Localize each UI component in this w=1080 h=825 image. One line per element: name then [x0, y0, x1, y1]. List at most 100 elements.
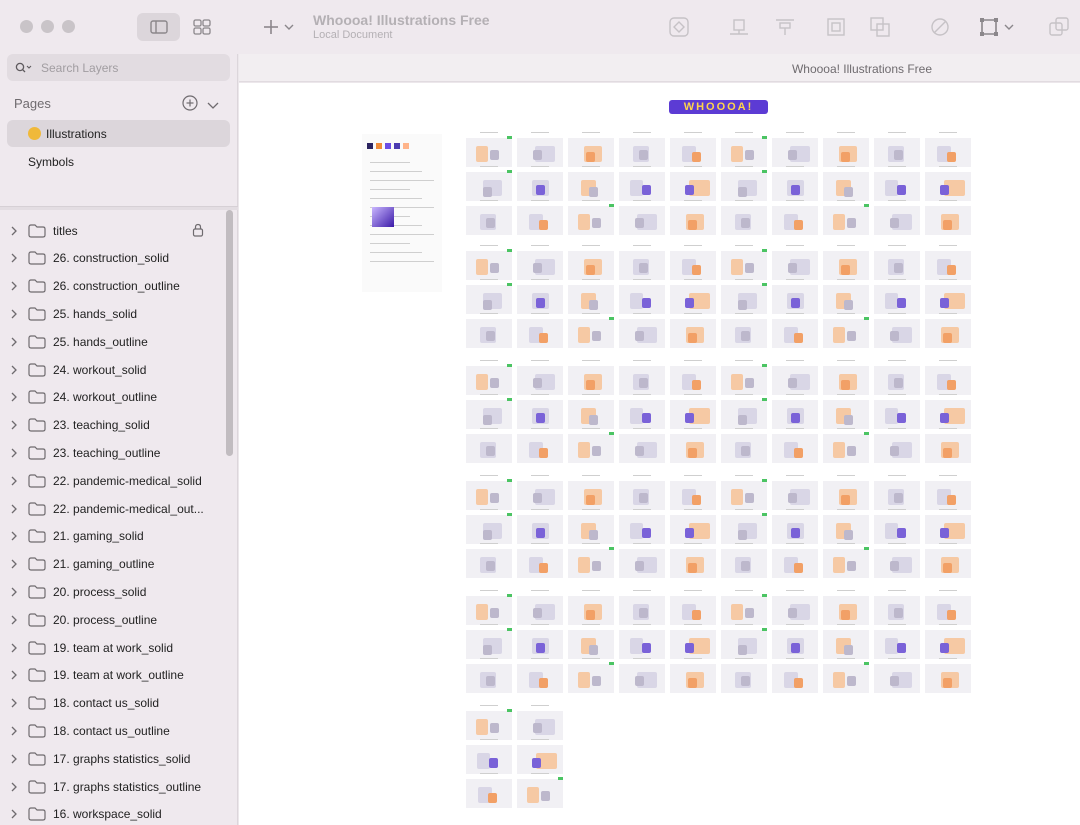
illustration-artboard[interactable] — [925, 313, 971, 348]
illustration-artboard[interactable] — [874, 543, 920, 578]
chevron-right-icon[interactable] — [10, 253, 26, 263]
chevron-right-icon[interactable] — [10, 392, 26, 402]
illustration-artboard[interactable] — [772, 428, 818, 463]
chevron-right-icon[interactable] — [10, 281, 26, 291]
illustration-artboard[interactable] — [619, 590, 665, 625]
illustration-artboard[interactable] — [721, 279, 767, 314]
illustration-artboard[interactable] — [670, 200, 716, 235]
illustration-artboard[interactable] — [568, 590, 614, 625]
illustration-artboard[interactable] — [517, 739, 563, 774]
illustration-artboard[interactable] — [874, 360, 920, 395]
illustration-artboard[interactable] — [568, 313, 614, 348]
illustration-artboard[interactable] — [670, 279, 716, 314]
illustration-artboard[interactable] — [772, 543, 818, 578]
illustration-artboard[interactable] — [619, 132, 665, 167]
distribute-button[interactable] — [774, 16, 796, 38]
illustration-artboard[interactable] — [925, 132, 971, 167]
illustration-artboard[interactable] — [721, 509, 767, 544]
illustration-artboard[interactable] — [619, 475, 665, 510]
illustration-artboard[interactable] — [517, 590, 563, 625]
illustration-artboard[interactable] — [823, 475, 869, 510]
illustration-artboard[interactable] — [568, 658, 614, 693]
layer-row[interactable]: 19. team at work_outline — [0, 662, 225, 689]
illustration-artboard[interactable] — [619, 658, 665, 693]
sidebar-divider[interactable] — [0, 206, 238, 210]
chevron-right-icon[interactable] — [10, 337, 26, 347]
illustration-artboard[interactable] — [874, 509, 920, 544]
chevron-right-icon[interactable] — [10, 559, 26, 569]
close-window-button[interactable] — [20, 20, 33, 33]
layer-row[interactable]: titles — [0, 217, 225, 244]
chevron-right-icon[interactable] — [10, 754, 26, 764]
chevron-right-icon[interactable] — [10, 670, 26, 680]
chevron-right-icon[interactable] — [10, 698, 26, 708]
illustration-artboard[interactable] — [823, 166, 869, 201]
page-item-symbols[interactable]: Symbols — [7, 148, 230, 175]
illustration-artboard[interactable] — [721, 590, 767, 625]
illustration-artboard[interactable] — [874, 394, 920, 429]
illustration-artboard[interactable] — [874, 132, 920, 167]
illustration-artboard[interactable] — [619, 394, 665, 429]
layer-row[interactable]: 24. workout_solid — [0, 356, 225, 383]
illustration-artboard[interactable] — [466, 773, 512, 808]
chevron-right-icon[interactable] — [10, 448, 26, 458]
layer-row[interactable]: 20. process_solid — [0, 578, 225, 605]
illustration-artboard[interactable] — [823, 132, 869, 167]
chevron-right-icon[interactable] — [10, 726, 26, 736]
layer-row[interactable]: 26. construction_solid — [0, 245, 225, 272]
illustration-artboard[interactable] — [568, 475, 614, 510]
illustration-artboard[interactable] — [925, 658, 971, 693]
layer-row[interactable]: 18. contact us_outline — [0, 717, 225, 744]
illustration-artboard[interactable] — [517, 200, 563, 235]
illustration-artboard[interactable] — [772, 132, 818, 167]
illustration-artboard[interactable] — [823, 590, 869, 625]
illustration-artboard[interactable] — [823, 509, 869, 544]
search-layers-field[interactable]: Search Layers — [7, 54, 230, 81]
illustration-artboard[interactable] — [466, 200, 512, 235]
illustration-artboard[interactable] — [568, 543, 614, 578]
illustration-artboard[interactable] — [466, 428, 512, 463]
chevron-right-icon[interactable] — [10, 615, 26, 625]
chevron-right-icon[interactable] — [10, 365, 26, 375]
illustration-artboard[interactable] — [925, 360, 971, 395]
layer-row[interactable]: 18. contact us_solid — [0, 690, 225, 717]
illustration-artboard[interactable] — [772, 475, 818, 510]
illustration-artboard[interactable] — [619, 245, 665, 280]
illustration-artboard[interactable] — [568, 624, 614, 659]
illustration-artboard[interactable] — [466, 590, 512, 625]
lock-icon[interactable] — [192, 223, 204, 237]
illustration-artboard[interactable] — [568, 245, 614, 280]
grid-view-button[interactable] — [180, 13, 223, 41]
layer-row[interactable]: 20. process_outline — [0, 606, 225, 633]
illustration-artboard[interactable] — [466, 360, 512, 395]
illustration-artboard[interactable] — [619, 166, 665, 201]
illustration-artboard[interactable] — [619, 279, 665, 314]
chevron-right-icon[interactable] — [10, 809, 26, 819]
slash-button[interactable] — [929, 16, 951, 38]
illustration-artboard[interactable] — [619, 428, 665, 463]
chevron-right-icon[interactable] — [10, 643, 26, 653]
chevron-right-icon[interactable] — [10, 420, 26, 430]
illustration-artboard[interactable] — [874, 624, 920, 659]
illustration-artboard[interactable] — [721, 543, 767, 578]
illustration-artboard[interactable] — [721, 475, 767, 510]
illustration-artboard[interactable] — [670, 428, 716, 463]
illustration-artboard[interactable] — [619, 543, 665, 578]
illustration-artboard[interactable] — [670, 132, 716, 167]
illustration-artboard[interactable] — [772, 166, 818, 201]
minimize-window-button[interactable] — [41, 20, 54, 33]
illustration-artboard[interactable] — [925, 509, 971, 544]
illustration-artboard[interactable] — [466, 394, 512, 429]
layer-row[interactable]: 23. teaching_solid — [0, 412, 225, 439]
illustration-artboard[interactable] — [568, 509, 614, 544]
illustration-artboard[interactable] — [874, 166, 920, 201]
overlay-button[interactable] — [1048, 16, 1070, 38]
illustration-artboard[interactable] — [721, 313, 767, 348]
align-bottom-button[interactable] — [728, 16, 750, 38]
illustration-artboard[interactable] — [772, 509, 818, 544]
illustration-artboard[interactable] — [517, 773, 563, 808]
layer-row[interactable]: 24. workout_outline — [0, 384, 225, 411]
illustration-artboard[interactable] — [874, 279, 920, 314]
illustration-artboard[interactable] — [721, 200, 767, 235]
canvas-view-button[interactable] — [137, 13, 180, 41]
